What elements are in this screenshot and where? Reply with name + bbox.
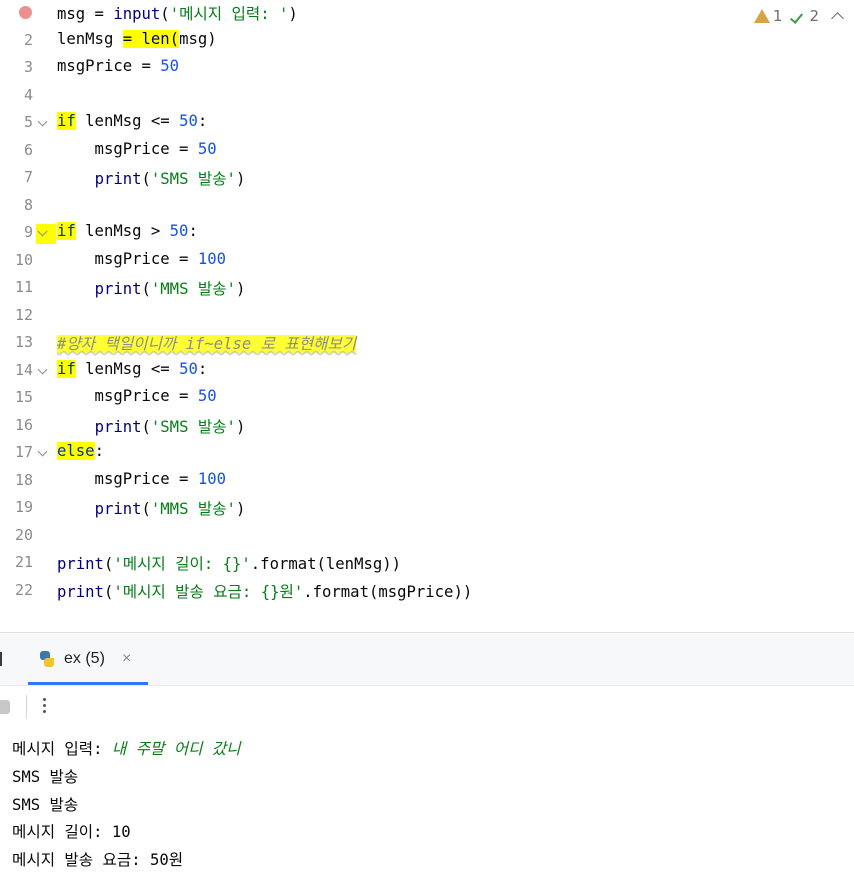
code-line[interactable]: 15 msgPrice = 50 bbox=[0, 385, 854, 412]
code-line[interactable]: 4 bbox=[0, 83, 854, 110]
code-line[interactable]: 7 print('SMS 발송') bbox=[0, 165, 854, 192]
stop-icon[interactable] bbox=[0, 700, 10, 714]
hidden-tab-edge bbox=[0, 652, 2, 666]
close-icon[interactable]: × bbox=[122, 650, 131, 668]
tab-label: ex (5) bbox=[64, 650, 105, 667]
console-prompt: 메시지 입력: bbox=[12, 740, 112, 758]
line-number: 6 bbox=[23, 140, 33, 159]
console-output-line: SMS 발송 bbox=[12, 768, 79, 786]
console-output-line: 메시지 길이: 10 bbox=[12, 823, 131, 841]
code-line[interactable]: 16 print('SMS 발송') bbox=[0, 413, 854, 440]
code-line[interactable]: 5 if lenMsg <= 50: bbox=[0, 110, 854, 137]
code-line[interactable]: 18 msgPrice = 100 bbox=[0, 468, 854, 495]
line-number: 19 bbox=[14, 498, 33, 516]
code-line[interactable]: 3 msgPrice = 50 bbox=[0, 55, 854, 82]
code-line[interactable]: msg = input('메시지 입력: ') bbox=[0, 0, 854, 27]
more-options-icon[interactable] bbox=[43, 698, 47, 716]
code-line[interactable]: 9 if lenMsg > 50: bbox=[0, 220, 854, 247]
python-icon bbox=[38, 650, 56, 668]
line-number: 22 bbox=[14, 580, 33, 599]
line-number: 2 bbox=[23, 30, 33, 49]
highlight-mark bbox=[36, 224, 56, 244]
code-line[interactable]: 6 msgPrice = 50 bbox=[0, 138, 854, 165]
console-input-line: 메시지 입력: 내 주말 어디 갔니 bbox=[12, 737, 241, 759]
code-line[interactable]: 17 else: bbox=[0, 440, 854, 467]
line-number: 7 bbox=[23, 168, 33, 186]
code-line[interactable]: 10 msgPrice = 100 bbox=[0, 248, 854, 275]
line-number: 14 bbox=[14, 360, 33, 379]
line-number: 21 bbox=[14, 553, 33, 571]
code-line[interactable]: 22 print('메시지 발송 요금: {}원'.format(msgPric… bbox=[0, 578, 854, 605]
console-output-line: SMS 발송 bbox=[12, 796, 79, 814]
tab-run-ex5[interactable]: ex (5) × bbox=[38, 633, 148, 685]
run-tool-window-tabs: ex (5) × bbox=[0, 633, 854, 685]
code-line[interactable]: 21 print('메시지 길이: {}'.format(lenMsg)) bbox=[0, 550, 854, 577]
run-toolbar bbox=[0, 685, 854, 728]
console-user-input: 내 주말 어디 갔니 bbox=[111, 740, 241, 758]
line-number: 16 bbox=[14, 415, 33, 434]
code-line[interactable]: 12 bbox=[0, 303, 854, 330]
code-comment: #양자 택일이니까 if~else 로 표현해보기 bbox=[57, 335, 357, 353]
line-number: 15 bbox=[14, 388, 33, 406]
code-line[interactable]: 14 if lenMsg <= 50: bbox=[0, 358, 854, 385]
line-number: 10 bbox=[14, 250, 33, 269]
toolbar-separator bbox=[26, 695, 27, 719]
line-number: 9 bbox=[23, 223, 33, 241]
line-number: 3 bbox=[23, 58, 33, 76]
code-line[interactable]: 19 print('MMS 발송') bbox=[0, 495, 854, 522]
fold-chevron-icon[interactable] bbox=[37, 446, 48, 457]
code-line[interactable]: 11 print('MMS 발송') bbox=[0, 275, 854, 302]
line-number: 11 bbox=[14, 278, 33, 296]
line-number: 4 bbox=[23, 85, 33, 104]
code-line[interactable]: 13 #양자 택일이니까 if~else 로 표현해보기 bbox=[0, 330, 854, 357]
line-number: 18 bbox=[14, 470, 33, 489]
line-number: 12 bbox=[14, 305, 33, 324]
code-line[interactable]: 8 bbox=[0, 193, 854, 220]
line-number: 13 bbox=[14, 333, 33, 351]
console-output-line: 메시지 발송 요금: 50원 bbox=[12, 851, 184, 869]
line-number: 5 bbox=[23, 113, 33, 131]
code-line[interactable]: 20 bbox=[0, 523, 854, 550]
code-editor[interactable]: 12 msg = input('메시지 입력: ') 2 lenMsg = le… bbox=[0, 0, 854, 606]
run-console[interactable]: 메시지 입력: 내 주말 어디 갔니 SMS 발송 SMS 발송 메시지 길이:… bbox=[0, 727, 854, 873]
line-number: 8 bbox=[23, 195, 33, 214]
fold-chevron-icon[interactable] bbox=[37, 364, 48, 374]
line-number: 20 bbox=[14, 525, 33, 544]
fold-chevron-icon[interactable] bbox=[37, 116, 48, 127]
code-line[interactable]: 2 lenMsg = len(msg) bbox=[0, 28, 854, 55]
breakpoint-icon[interactable] bbox=[19, 6, 32, 19]
line-number: 17 bbox=[14, 443, 33, 461]
